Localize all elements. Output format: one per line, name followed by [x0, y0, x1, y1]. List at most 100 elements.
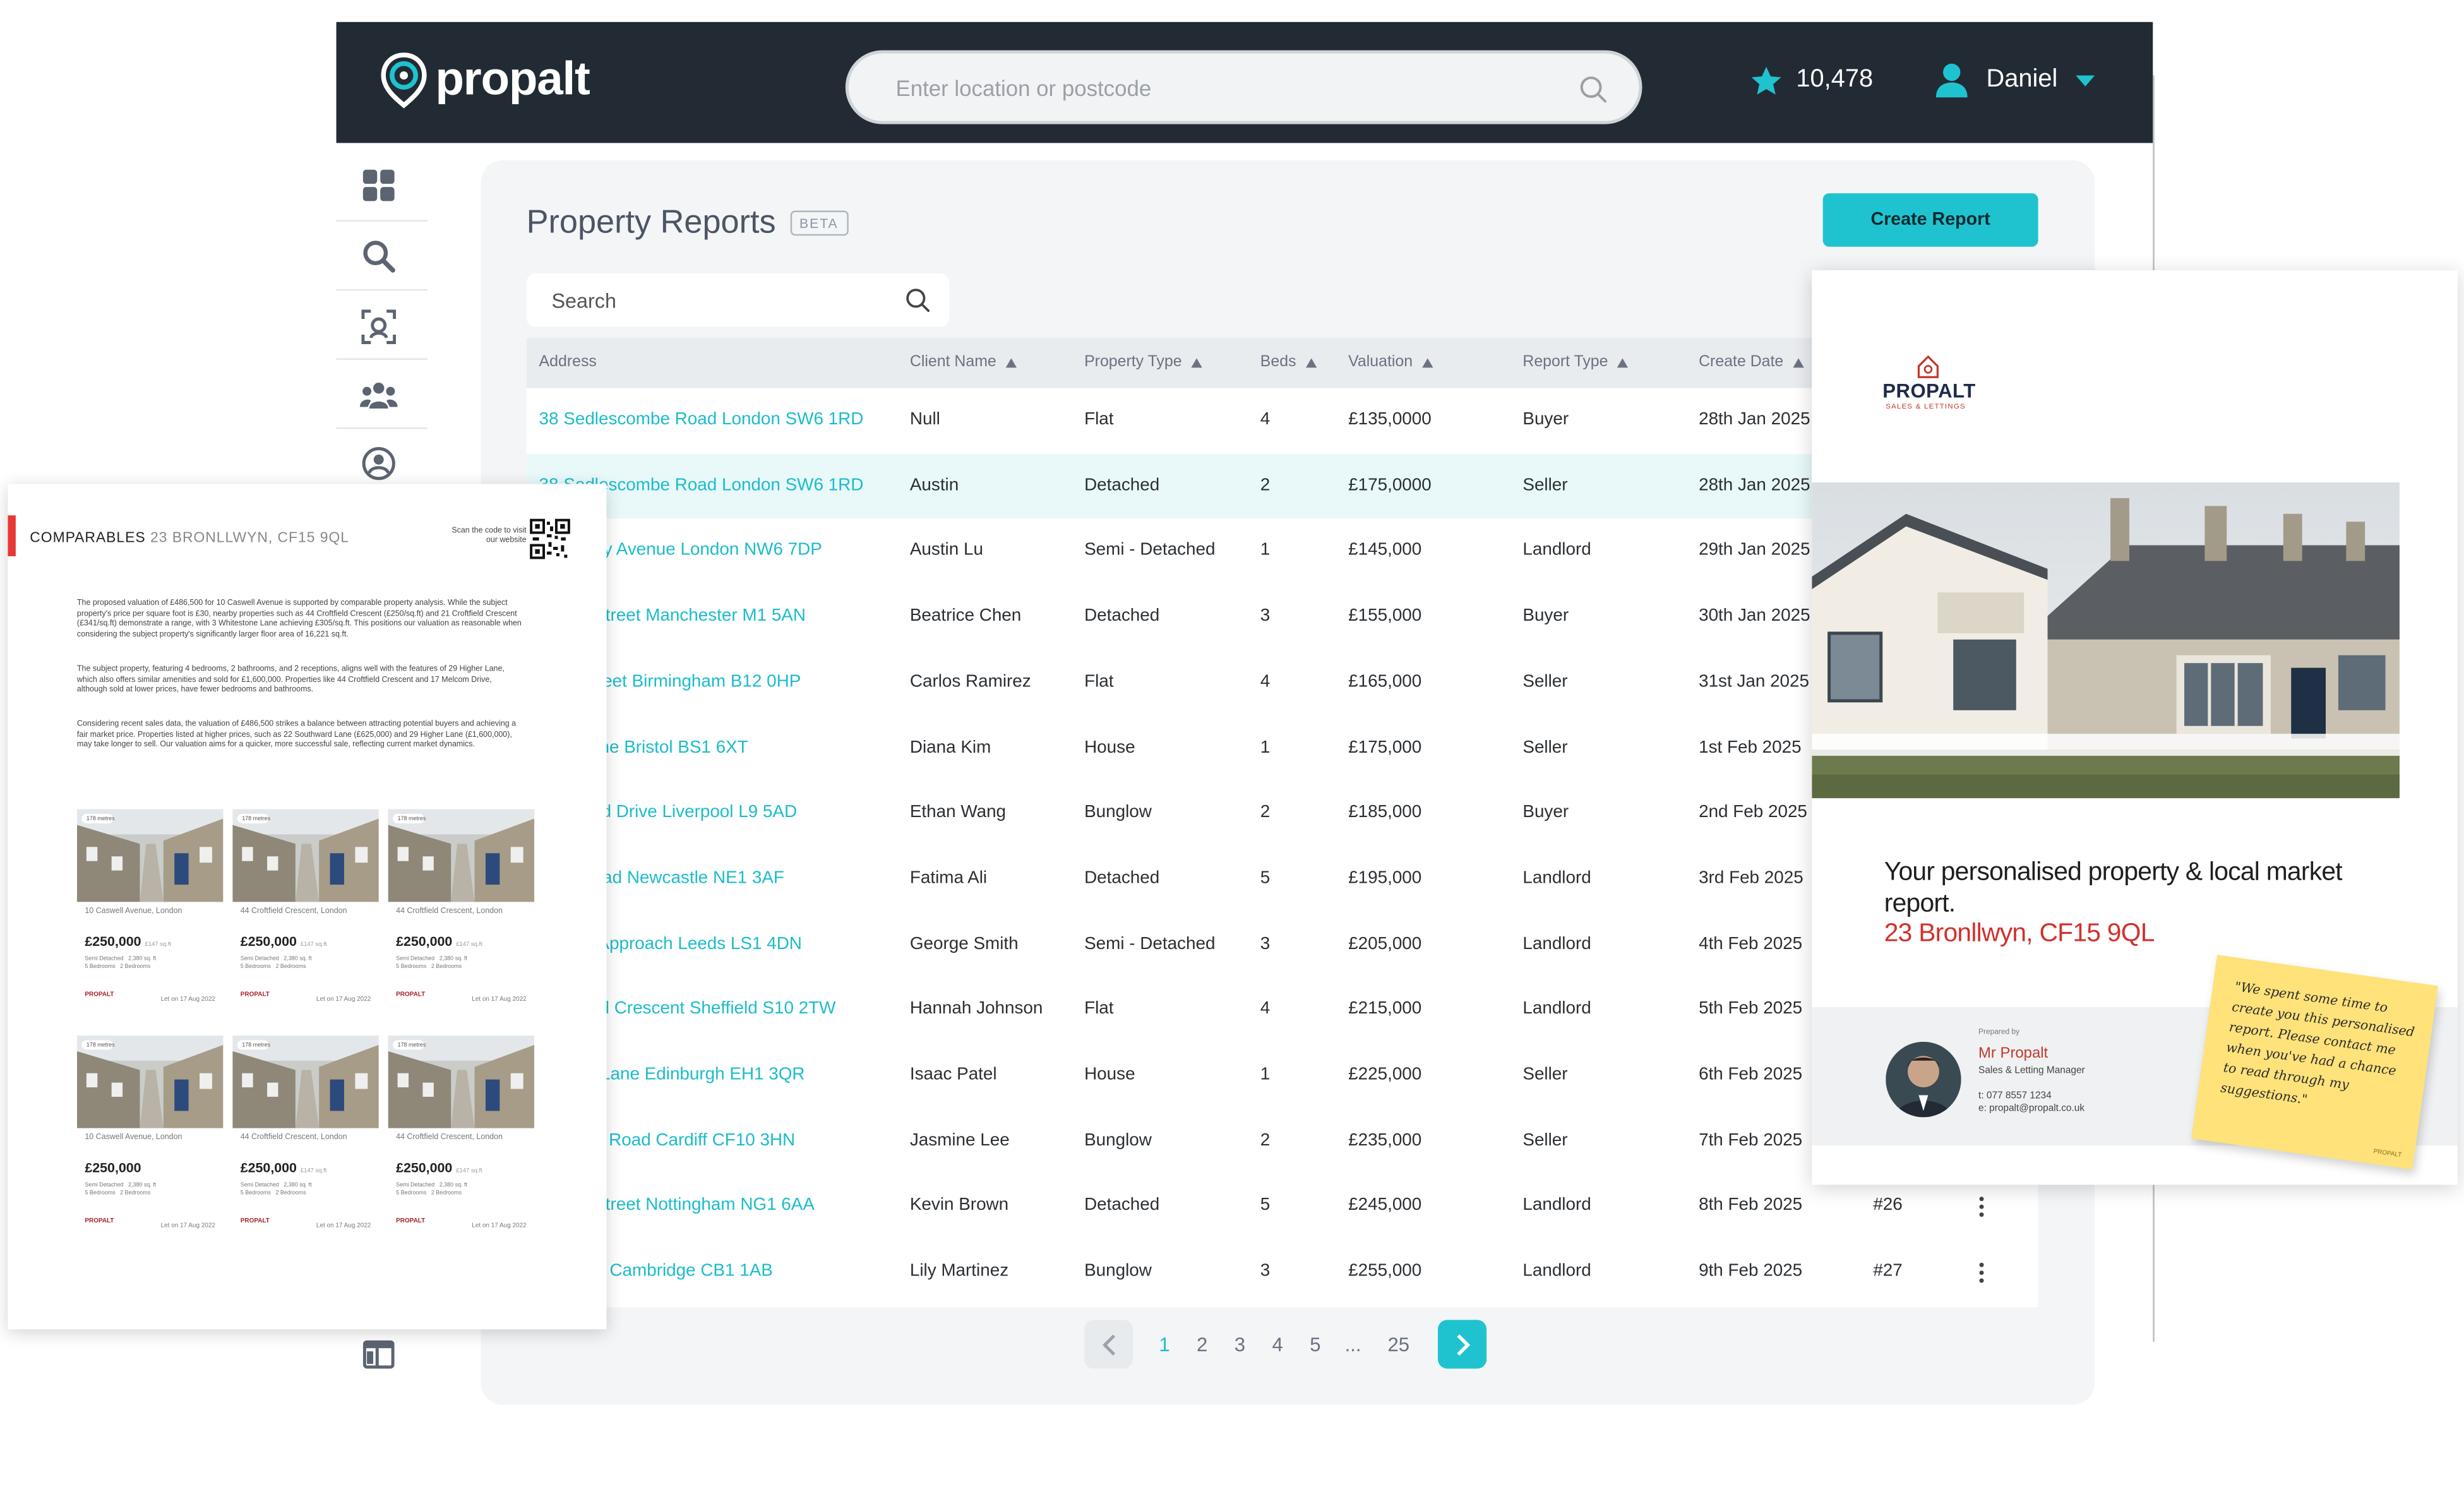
- cell-beds: 1: [1260, 541, 1271, 560]
- page-number[interactable]: 1: [1145, 1334, 1183, 1356]
- cell-beds: 5: [1260, 1196, 1271, 1215]
- sort-up-icon: [1305, 357, 1317, 367]
- cell-report-id: #27: [1873, 1262, 1903, 1281]
- sidebar-dashboard-icon[interactable]: [360, 167, 398, 205]
- cell-address[interactable]: 38 Sedlescombe Road London SW6 1RD: [539, 410, 864, 429]
- distance-tag: 178 metres: [397, 815, 426, 822]
- comparables-paragraph: The proposed valuation of £486,500 for 1…: [76, 599, 522, 640]
- cell-client-name: Carlos Ramirez: [909, 672, 1031, 691]
- reports-search-box[interactable]: [526, 273, 950, 327]
- sidebar-divider: [336, 289, 428, 291]
- agent-phone: t: 077 8557 1234: [1978, 1090, 2052, 1102]
- sidebar-layout-icon[interactable]: [360, 1335, 398, 1373]
- cell-valuation: £155,000: [1348, 606, 1422, 626]
- cell-property-type: Bunglow: [1084, 1262, 1152, 1281]
- page-title: Property Reports: [526, 204, 776, 241]
- sort-up-icon: [1191, 357, 1202, 367]
- comparable-meta: Semi Detached 2,380 sq. ft 5 Bedrooms 2 B…: [396, 1181, 467, 1195]
- agent-name: Mr Propalt: [1978, 1044, 2048, 1063]
- create-report-button[interactable]: Create Report: [1822, 193, 2038, 247]
- agent-email: e: propalt@propalt.co.uk: [1978, 1102, 2085, 1114]
- cell-report-type: Seller: [1522, 738, 1568, 757]
- page-number[interactable]: 3: [1221, 1334, 1259, 1356]
- card-brand: PROPALT: [85, 989, 114, 998]
- cell-client-name: Beatrice Chen: [909, 606, 1022, 626]
- cell-valuation: £225,000: [1348, 1065, 1422, 1085]
- cell-client-name: Kevin Brown: [909, 1196, 1009, 1215]
- sidebar-search-icon[interactable]: [360, 237, 398, 275]
- card-brand: PROPALT: [396, 989, 426, 998]
- location-pin-logo-icon: [381, 52, 427, 109]
- column-header-address[interactable]: Address: [539, 354, 597, 371]
- sidebar-divider: [336, 358, 428, 360]
- profile-icon: [362, 446, 395, 481]
- page-number[interactable]: 5: [1296, 1334, 1334, 1356]
- layout-icon: [362, 1340, 395, 1369]
- cell-report-type: Seller: [1522, 475, 1568, 495]
- comparable-meta: Semi Detached 2,380 sq. ft 5 Bedrooms 2 B…: [240, 955, 312, 969]
- cell-report-type: Landlord: [1522, 1196, 1591, 1215]
- previous-page-button[interactable]: [1084, 1320, 1133, 1369]
- column-header-create-date[interactable]: Create Date: [1699, 354, 1804, 371]
- column-header-beds[interactable]: Beds: [1260, 354, 1317, 371]
- comparable-photo: [388, 1035, 535, 1128]
- sidebar-scan-icon[interactable]: [360, 308, 398, 346]
- cell-property-type: House: [1084, 738, 1135, 757]
- cell-valuation: £175,0000: [1348, 475, 1432, 495]
- cell-beds: 1: [1260, 1065, 1271, 1085]
- sidebar-team-icon[interactable]: [359, 377, 398, 415]
- cell-create-date: 28th Jan 2025: [1699, 475, 1810, 495]
- location-search-bar[interactable]: [845, 50, 1642, 124]
- comparable-meta: Semi Detached 2,380 sq. ft 5 Bedrooms 2 B…: [240, 1181, 312, 1195]
- brand-tagline: SALES & LETTINGS: [1886, 402, 1966, 410]
- column-header-valuation[interactable]: Valuation: [1348, 354, 1433, 371]
- column-header-report-type[interactable]: Report Type: [1522, 354, 1629, 371]
- more-options-icon[interactable]: [1975, 1262, 1988, 1284]
- cell-create-date: 29th Jan 2025: [1699, 541, 1810, 560]
- agent-avatar: [1886, 1041, 1961, 1118]
- comparable-card: 178 metres 44 Croftfield Crescent, London…: [232, 1035, 379, 1237]
- page-number[interactable]: 2: [1183, 1334, 1221, 1356]
- more-options-icon[interactable]: [1975, 1197, 1988, 1219]
- cell-report-type: Landlord: [1522, 541, 1591, 560]
- distance-tag: 178 metres: [397, 1041, 426, 1048]
- cell-property-type: Bunglow: [1084, 803, 1152, 822]
- chevron-down-icon[interactable]: [2075, 73, 2097, 87]
- propalt-logo[interactable]: propalt: [379, 52, 590, 109]
- comparable-meta: Semi Detached 2,380 sq. ft 5 Bedrooms 2 B…: [85, 1181, 157, 1195]
- column-header-client-name[interactable]: Client Name: [910, 354, 1017, 371]
- accent-bar: [8, 515, 16, 556]
- cell-report-type: Buyer: [1522, 410, 1569, 429]
- comparable-price: £250,000 £147 sq.ft: [85, 933, 172, 950]
- cell-report-type: Landlord: [1522, 934, 1591, 953]
- cell-beds: 4: [1260, 410, 1271, 429]
- page-number[interactable]: 4: [1259, 1334, 1296, 1356]
- cell-create-date: 5th Feb 2025: [1699, 1000, 1803, 1019]
- next-page-button[interactable]: [1437, 1320, 1487, 1369]
- comparable-card: 178 metres 10 Caswell Avenue, London £250,…: [76, 1035, 224, 1237]
- cell-beds: 4: [1260, 672, 1271, 691]
- comparable-price: £250,000 £147 sq.ft: [240, 1159, 327, 1176]
- cell-create-date: 3rd Feb 2025: [1699, 868, 1803, 888]
- comparable-photo: [232, 1035, 379, 1128]
- cell-property-type: House: [1084, 1065, 1135, 1085]
- cell-valuation: £245,000: [1348, 1196, 1422, 1215]
- listed-date: Let on 17 Aug 2022: [160, 1221, 215, 1229]
- comparable-address: 44 Croftfield Crescent, London: [240, 906, 347, 916]
- location-search-input[interactable]: [895, 72, 1556, 104]
- cell-create-date: 2nd Feb 2025: [1699, 803, 1807, 822]
- column-header-property-type[interactable]: Property Type: [1084, 354, 1202, 371]
- page-number[interactable]: 25: [1372, 1334, 1425, 1356]
- search-icon[interactable]: [905, 287, 930, 313]
- search-icon[interactable]: [1579, 75, 1608, 104]
- user-menu[interactable]: Daniel: [1934, 60, 2096, 101]
- comparables-label: COMPARABLES: [30, 529, 146, 546]
- reports-search-input[interactable]: [551, 287, 882, 313]
- cell-client-name: Hannah Johnson: [909, 1000, 1043, 1019]
- chevron-right-icon: [1456, 1334, 1469, 1355]
- cell-valuation: £175,000: [1348, 738, 1422, 757]
- agent-role: Sales & Letting Manager: [1978, 1065, 2085, 1077]
- sidebar-profile-icon[interactable]: [360, 445, 398, 482]
- table-row[interactable]: Mill Way Cambridge CB1 1AB Lily Martinez B…: [527, 1240, 2038, 1306]
- comparable-photo: [232, 809, 379, 902]
